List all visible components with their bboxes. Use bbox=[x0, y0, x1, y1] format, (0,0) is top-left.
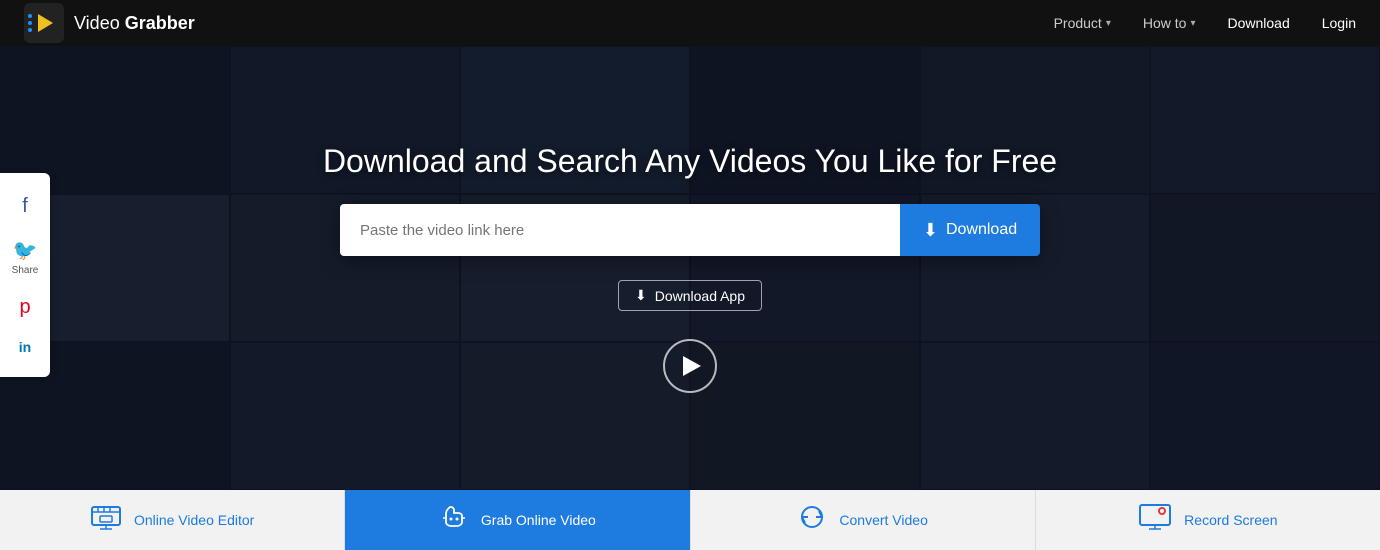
linkedin-share-button[interactable]: in bbox=[0, 329, 50, 365]
bottom-item-video-editor[interactable]: Online Video Editor bbox=[0, 490, 345, 550]
grab-video-label: Grab Online Video bbox=[481, 512, 596, 528]
hero-content: Download and Search Any Videos You Like … bbox=[0, 143, 1380, 393]
nav-link-download[interactable]: Download bbox=[1227, 15, 1289, 31]
logo-dots bbox=[28, 14, 32, 32]
bottom-bar: Online Video Editor Grab Online Video Co bbox=[0, 490, 1380, 550]
nav-link-howto[interactable]: How to ▾ bbox=[1143, 15, 1196, 31]
nav-link-login[interactable]: Login bbox=[1322, 15, 1356, 31]
nav-link-product[interactable]: Product ▾ bbox=[1054, 15, 1111, 31]
share-label: Share bbox=[12, 265, 39, 276]
twitter-share-button[interactable]: 🐦 Share bbox=[0, 228, 50, 286]
linkedin-icon: in bbox=[19, 339, 31, 355]
nav-links: Product ▾ How to ▾ Download Login bbox=[1054, 15, 1356, 31]
hero-section: Download and Search Any Videos You Like … bbox=[0, 46, 1380, 490]
record-screen-label: Record Screen bbox=[1184, 512, 1277, 528]
logo-icon bbox=[24, 3, 64, 43]
social-sidebar: f 🐦 Share p in bbox=[0, 173, 50, 377]
logo-text: Video Grabber bbox=[74, 13, 195, 34]
record-screen-icon bbox=[1138, 503, 1172, 538]
pinterest-share-button[interactable]: p bbox=[0, 286, 50, 329]
download-app-icon: ⬇ bbox=[635, 287, 647, 304]
logo-text-light: Video bbox=[74, 13, 125, 33]
twitter-icon: 🐦 bbox=[13, 238, 38, 263]
facebook-share-button[interactable]: f bbox=[0, 185, 50, 228]
bottom-item-grab-video[interactable]: Grab Online Video bbox=[345, 490, 690, 550]
play-button[interactable] bbox=[663, 339, 717, 393]
video-url-input[interactable] bbox=[340, 204, 900, 256]
facebook-icon: f bbox=[22, 195, 28, 218]
chevron-down-icon: ▾ bbox=[1106, 18, 1111, 29]
logo-text-bold: Grabber bbox=[125, 13, 195, 33]
video-editor-icon bbox=[90, 503, 122, 538]
navbar: Video Grabber Product ▾ How to ▾ Downloa… bbox=[0, 0, 1380, 46]
grab-video-icon bbox=[439, 502, 469, 539]
logo[interactable]: Video Grabber bbox=[24, 3, 195, 43]
convert-video-label: Convert Video bbox=[839, 512, 927, 528]
download-icon: ⬇ bbox=[923, 220, 938, 241]
download-app-link[interactable]: ⬇ Download App bbox=[618, 280, 762, 311]
convert-video-icon bbox=[797, 502, 827, 539]
download-button[interactable]: ⬇ Download bbox=[900, 204, 1040, 256]
search-bar: ⬇ Download bbox=[340, 204, 1040, 256]
bottom-item-record-screen[interactable]: Record Screen bbox=[1036, 490, 1380, 550]
play-icon bbox=[683, 356, 701, 376]
video-editor-label: Online Video Editor bbox=[134, 512, 254, 528]
hero-title: Download and Search Any Videos You Like … bbox=[323, 143, 1057, 180]
pinterest-icon: p bbox=[19, 296, 30, 319]
bottom-item-convert-video[interactable]: Convert Video bbox=[691, 490, 1036, 550]
chevron-down-icon: ▾ bbox=[1190, 18, 1195, 29]
